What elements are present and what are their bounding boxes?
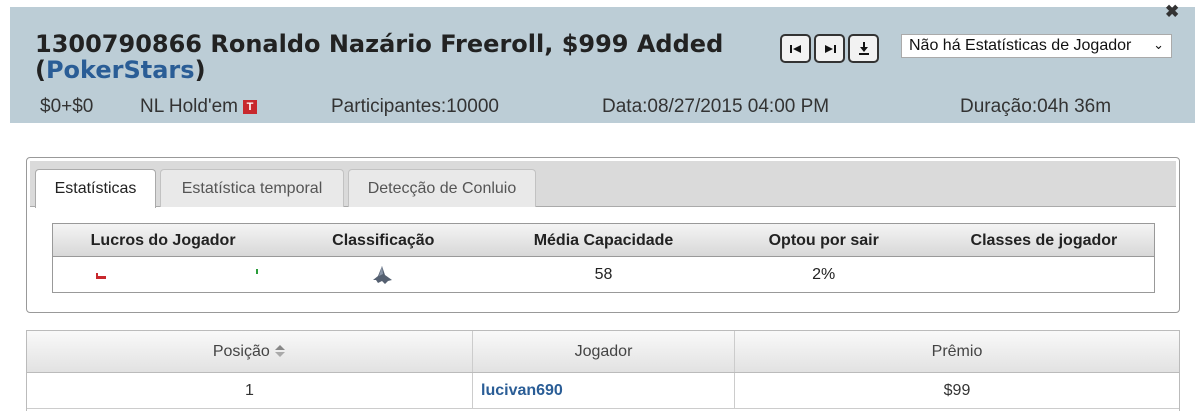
row-prize: $99 (943, 382, 971, 399)
classification-cell (273, 257, 493, 292)
player-stats-select-value: Não há Estatísticas de Jogador (909, 37, 1132, 54)
next-button[interactable] (814, 34, 845, 63)
header-player-classes: Classes de jogador (970, 232, 1118, 249)
header-player-profits: Lucros do Jogador (90, 232, 236, 249)
header-position[interactable]: Posição (27, 331, 473, 372)
profit-sparkline (96, 269, 258, 279)
site-link[interactable]: PokerStars (46, 56, 195, 84)
tab-statistics[interactable]: Estatísticas (35, 169, 156, 208)
tournament-badge: T (242, 100, 257, 114)
header-classification: Classificação (332, 232, 435, 249)
chevron-down-icon: ⌄ (1153, 37, 1164, 52)
tab-collusion-detection[interactable]: Detecção de Conluio (348, 169, 536, 207)
average-capacity-value: 58 (594, 266, 613, 283)
close-icon[interactable]: ✖ (1165, 2, 1179, 22)
results-header-row: Posição Jogador Prêmio (27, 331, 1179, 373)
table-row: 1 lucivan690 $99 (27, 373, 1179, 409)
results-table: Posição Jogador Prêmio 1 lucivan690 $99 (26, 330, 1180, 411)
header-position-label: Posição (212, 343, 270, 360)
player-stats-table: Lucros do Jogador Classificação Média Ca… (52, 223, 1155, 293)
game-type: NL Hold'em T (140, 96, 257, 118)
tab-bar: Estatísticas Estatística temporal Detecç… (30, 161, 1176, 208)
header-average-capacity: Média Capacidade (533, 232, 674, 249)
tournament-title: 1300790866 Ronaldo Nazário Freeroll, $99… (35, 31, 755, 83)
player-classes-value (934, 257, 1154, 292)
tournament-header: 1300790866 Ronaldo Nazário Freeroll, $99… (10, 7, 1195, 123)
date: Data:08/27/2015 04:00 PM (602, 96, 830, 117)
stats-header-row: Lucros do Jogador Classificação Média Ca… (53, 224, 1154, 257)
row-position: 1 (27, 373, 473, 408)
header-player[interactable]: Jogador (473, 331, 735, 372)
first-button[interactable] (780, 34, 811, 63)
site-paren-close: ) (194, 56, 206, 84)
header-prize[interactable]: Prêmio (735, 331, 1179, 372)
opted-out-value: 2% (812, 266, 836, 283)
download-icon (858, 42, 869, 55)
shark-icon (373, 265, 393, 284)
duration: Duração:04h 36m (960, 96, 1112, 117)
tab-temporal-statistics[interactable]: Estatística temporal (160, 169, 344, 207)
buyin: $0+$0 (40, 96, 94, 117)
player-link[interactable]: lucivan690 (481, 382, 563, 399)
game-type-label: NL Hold'em (140, 96, 238, 117)
player-stats-select[interactable]: Não há Estatísticas de Jogador ⌄ (901, 34, 1172, 58)
row-player-cell: lucivan690 (473, 373, 735, 408)
sort-arrows-icon (275, 345, 286, 357)
participants: Participantes:10000 (331, 96, 499, 117)
tournament-name: 1300790866 Ronaldo Nazário Freeroll, $99… (35, 30, 724, 58)
player-profits-graph (53, 257, 273, 292)
download-button[interactable] (848, 34, 879, 63)
skip-to-start-icon (789, 44, 801, 53)
header-opted-out: Optou por sair (768, 232, 879, 249)
navigation-buttons (780, 34, 879, 63)
statistics-panel: Estatísticas Estatística temporal Detecç… (26, 157, 1180, 313)
stats-value-row: 58 2% (53, 257, 1154, 292)
skip-to-end-icon (824, 44, 836, 53)
site-paren-open: ( (35, 56, 46, 84)
